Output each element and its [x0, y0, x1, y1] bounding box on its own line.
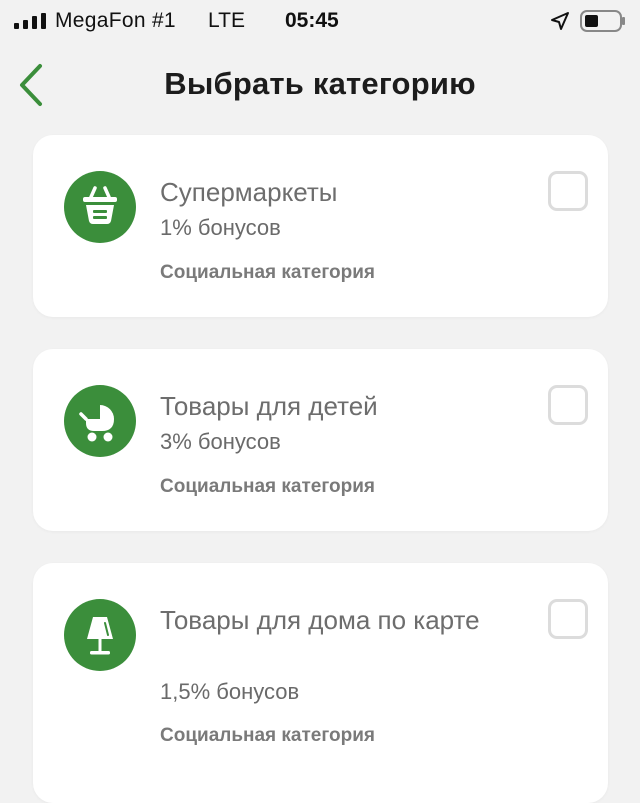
category-type: Социальная категория	[160, 262, 376, 283]
category-name: Супермаркеты	[160, 177, 338, 207]
carrier-name: MegaFon #1	[55, 9, 176, 32]
lamp-icon	[64, 599, 136, 671]
signal-strength-icon	[14, 13, 46, 29]
category-name: Товары для дома по карте	[160, 605, 480, 635]
page-title: Выбрать категорию	[164, 66, 476, 101]
category-type: Социальная категория	[160, 476, 376, 497]
category-checkbox[interactable]	[548, 385, 588, 425]
network-type: LTE	[208, 9, 245, 32]
basket-icon	[64, 171, 136, 243]
category-card-home-goods[interactable]: Товары для дома по карте 1,5% бонусов Со…	[33, 563, 608, 803]
nav-bar: Выбрать категорию	[0, 44, 640, 126]
stroller-icon	[64, 385, 136, 457]
category-card-kids-goods[interactable]: Товары для детей 3% бонусов Социальная к…	[33, 349, 608, 531]
battery-icon	[580, 10, 625, 32]
category-bonus: 1,5% бонусов	[160, 679, 300, 704]
category-card-supermarkets[interactable]: Супермаркеты 1% бонусов Социальная катег…	[33, 135, 608, 317]
status-bar: MegaFon #1 LTE 05:45	[0, 0, 640, 44]
category-bonus: 3% бонусов	[160, 429, 281, 454]
location-arrow-icon	[551, 12, 569, 30]
category-bonus: 1% бонусов	[160, 215, 281, 240]
clock: 05:45	[285, 9, 339, 32]
category-name: Товары для детей	[160, 391, 378, 421]
category-type: Социальная категория	[160, 725, 376, 746]
category-checkbox[interactable]	[548, 171, 588, 211]
category-checkbox[interactable]	[548, 599, 588, 639]
